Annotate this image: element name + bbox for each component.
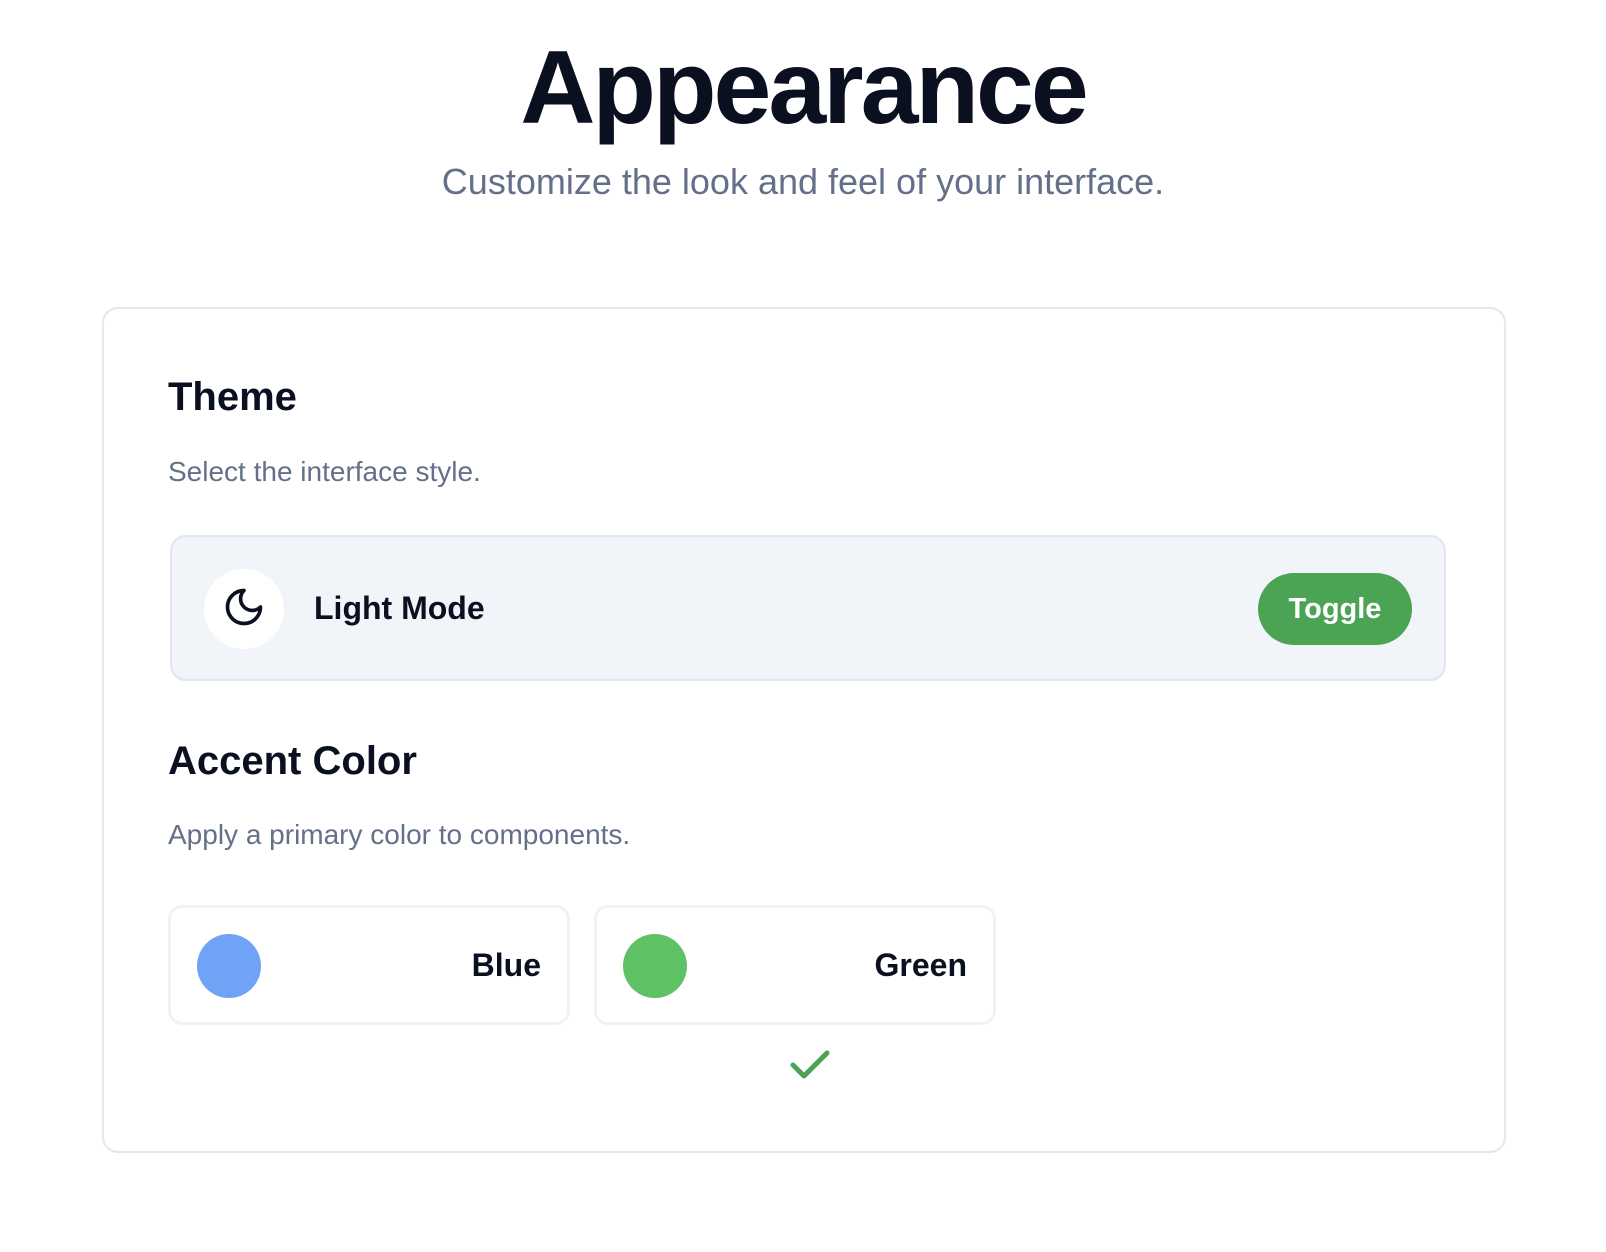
accent-option-label: Blue	[471, 947, 541, 983]
checkmark-icon	[788, 1047, 832, 1083]
accent-option-label: Green	[874, 947, 967, 983]
theme-mode-label: Light Mode	[314, 590, 485, 626]
moon-icon	[222, 585, 266, 634]
theme-section-title: Theme	[168, 375, 297, 419]
appearance-page: Appearance Customize the look and feel o…	[0, 0, 1606, 1252]
theme-toggle-button[interactable]: Toggle	[1258, 573, 1412, 645]
accent-section-title: Accent Color	[168, 739, 417, 783]
theme-icon-container	[204, 569, 284, 649]
page-title: Appearance	[520, 30, 1088, 146]
green-swatch	[623, 934, 687, 998]
theme-mode-row: Light Mode Toggle	[170, 535, 1446, 681]
theme-section-description: Select the interface style.	[168, 456, 481, 487]
blue-swatch	[197, 934, 261, 998]
page-subtitle: Customize the look and feel of your inte…	[441, 161, 1165, 202]
accent-section-description: Apply a primary color to components.	[168, 819, 631, 850]
accent-option-green[interactable]: Green	[594, 905, 996, 1025]
accent-option-blue[interactable]: Blue	[168, 905, 570, 1025]
appearance-settings-card: Theme Select the interface style. Light …	[102, 307, 1506, 1153]
